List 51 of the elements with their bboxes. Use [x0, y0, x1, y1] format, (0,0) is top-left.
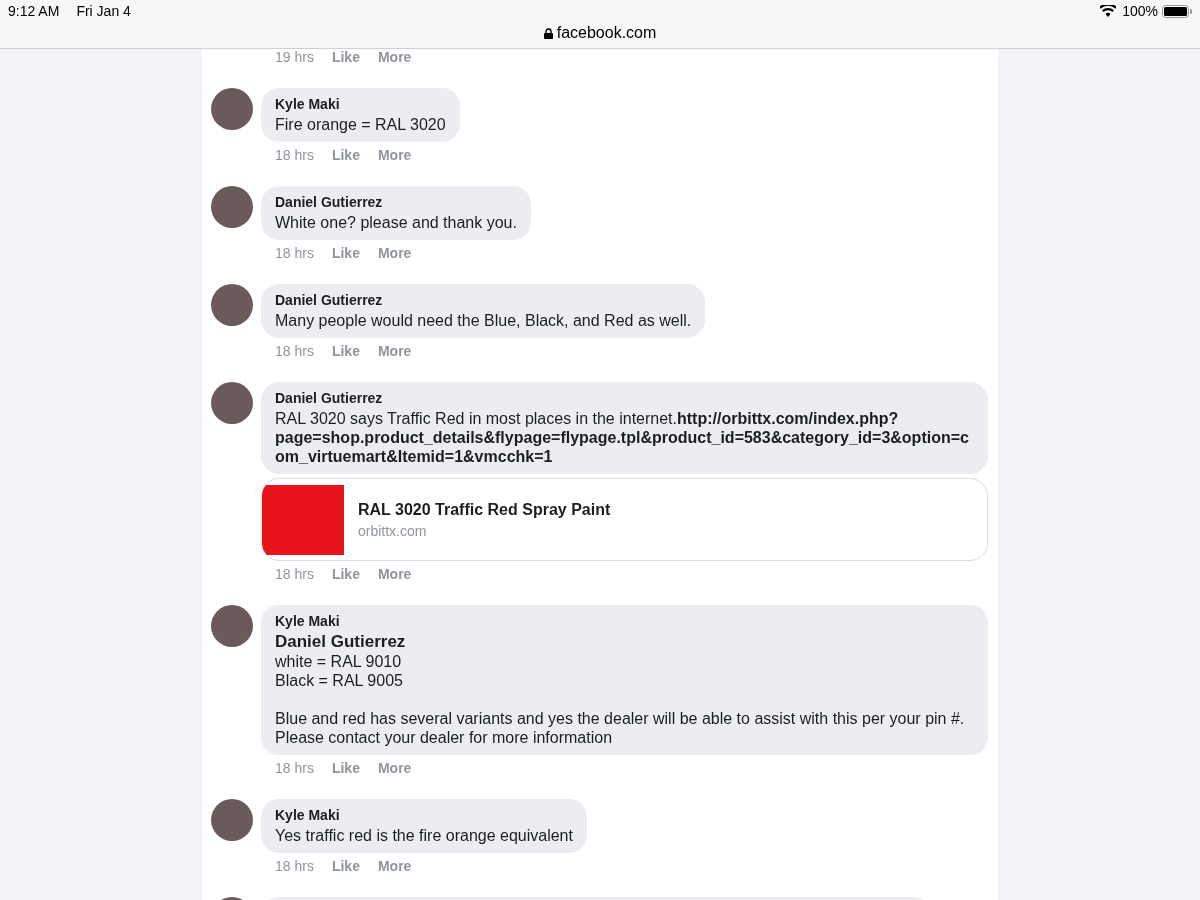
- comment-action-link[interactable]: Like: [331, 757, 360, 779]
- avatar-photo-placeholder[interactable]: [211, 605, 253, 647]
- avatar-photo-placeholder[interactable]: [211, 799, 253, 841]
- comment-text: white = RAL 9010 Black = RAL 9005: [275, 652, 404, 690]
- comment-action-link[interactable]: More: [377, 242, 412, 264]
- wifi-icon: [1100, 5, 1117, 17]
- comment-time: 18 hrs: [275, 341, 314, 361]
- link-title: RAL 3020 Traffic Red Spray Paint: [358, 499, 611, 520]
- comment-action-link[interactable]: More: [377, 563, 412, 585]
- comment-time: 18 hrs: [275, 564, 314, 584]
- comment-action-link[interactable]: More: [377, 855, 412, 877]
- link-domain: orbittx.com: [358, 521, 428, 541]
- link-preview-card[interactable]: RAL 3020 Traffic Red Spray Paint orbittx.com: [261, 478, 988, 561]
- avatar-photo-placeholder[interactable]: [211, 382, 253, 424]
- comment-time: 18 hrs: [275, 856, 314, 876]
- comment-action-link[interactable]: Like: [331, 563, 360, 585]
- comment-action-link[interactable]: Like: [331, 144, 360, 166]
- comment-action-link[interactable]: More: [377, 144, 412, 166]
- comment-text: RAL 3020 says Traffic Red in most places in the internet.http://orbittx.com/index.php?page=shop.product_details&flypage=flypage.tpl&product_id=583&category_id=3&option=com_virtuemart&Itemid=1&vmcchk=1: [275, 409, 970, 466]
- comment-author[interactable]: Kyle Maki: [275, 612, 974, 630]
- comment-action-link[interactable]: More: [377, 340, 412, 362]
- avatar-photo-placeholder[interactable]: [211, 88, 253, 130]
- comment-author[interactable]: Daniel Gutierrez: [275, 193, 517, 211]
- comment-text: Many people would need the Blue, Black, and Red as well.: [275, 311, 692, 330]
- comment-action-link[interactable]: Like: [331, 242, 360, 264]
- comment-time: 18 hrs: [275, 758, 314, 778]
- comment-time: 18 hrs: [275, 145, 314, 165]
- mention-link[interactable]: Daniel Gutierrez: [275, 632, 974, 652]
- battery-percent: 100%: [1122, 1, 1158, 21]
- avatar-photo-placeholder[interactable]: [211, 186, 253, 228]
- status-time: 9:12 AM: [8, 1, 60, 21]
- comment-action-link[interactable]: Like: [331, 340, 360, 362]
- address-domain[interactable]: facebook.com: [556, 21, 657, 45]
- comment-author[interactable]: Kyle Maki: [275, 806, 573, 824]
- comment-time: 19 hrs: [275, 49, 314, 67]
- comment-author[interactable]: Daniel Gutierrez: [275, 389, 974, 407]
- comment-author[interactable]: Kyle Maki: [275, 95, 446, 113]
- comment-author[interactable]: Daniel Gutierrez: [275, 291, 692, 309]
- comment-action-link[interactable]: More: [377, 49, 412, 68]
- comment-time: 18 hrs: [275, 243, 314, 263]
- lock-icon: [543, 27, 553, 39]
- comment-text: Fire orange = RAL 3020: [275, 115, 446, 134]
- battery-icon: [1162, 4, 1192, 18]
- comment-action-link[interactable]: Like: [331, 49, 360, 68]
- avatar-photo-placeholder[interactable]: [211, 284, 253, 326]
- status-date: Fri Jan 4: [76, 1, 131, 21]
- comment-action-link[interactable]: More: [377, 757, 412, 779]
- comment-text: Blue and red has several variants and yes the dealer will be able to assist with this per your pin #. Please contact your dealer for more information: [275, 709, 966, 747]
- comment-text: White one? please and thank you.: [275, 213, 517, 232]
- comment-action-link[interactable]: Like: [331, 855, 360, 877]
- comment-text: Yes traffic red is the fire orange equivalent: [275, 826, 573, 845]
